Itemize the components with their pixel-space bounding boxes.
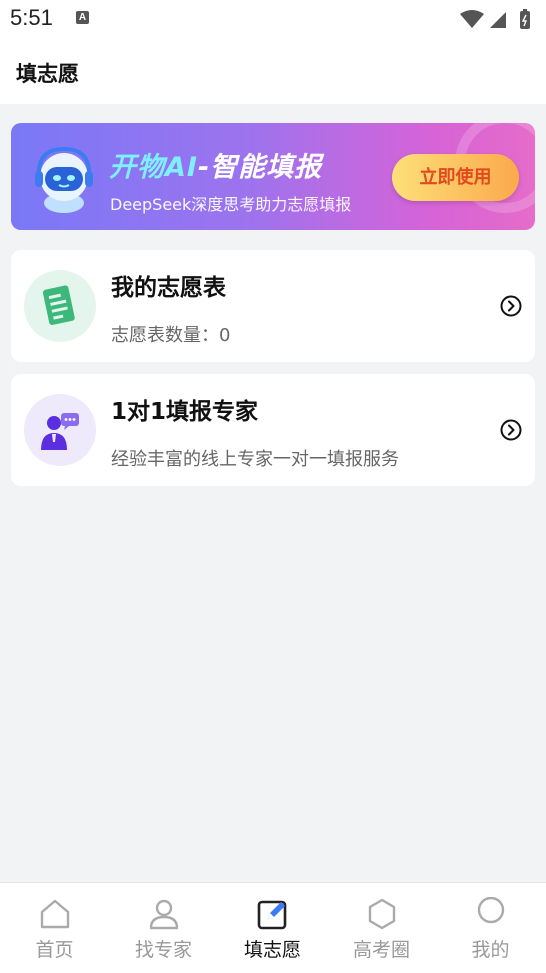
edit-icon [257, 900, 287, 930]
tab-label: 高考圈 [352, 939, 410, 961]
ai-banner[interactable]: 开物AI-智能填报 DeepSeek深度思考助力志愿填报 立即使用 [11, 123, 535, 230]
tab-circle[interactable]: 高考圈 [327, 883, 436, 973]
use-now-button[interactable]: 立即使用 [392, 154, 519, 201]
tab-mine[interactable]: 我的 [436, 883, 545, 973]
status-time: 5:51 [10, 5, 53, 30]
chevron-right-circle-icon[interactable] [500, 295, 522, 317]
banner-title-rest: -智能填报 [197, 152, 323, 183]
banner-title: 开物AI-智能填报 [109, 145, 322, 184]
chevron-right-circle-icon[interactable] [500, 419, 522, 441]
tab-home[interactable]: 首页 [0, 883, 109, 973]
tab-label: 首页 [35, 939, 74, 961]
tab-fill-volunteer[interactable]: 填志愿 [218, 883, 327, 973]
expert-service-card[interactable]: 1对1填报专家 经验丰富的线上专家一对一填报服务 [11, 374, 535, 486]
banner-title-highlight: 开物AI [109, 152, 198, 183]
status-icons [458, 8, 538, 34]
bottom-tab-bar: 首页 找专家 填志愿 高考圈 我的 [0, 882, 546, 973]
card-title: 1对1填报专家 [111, 399, 259, 425]
my-volunteer-list-card[interactable]: 我的志愿表 志愿表数量：0 [11, 250, 535, 362]
header: 填志愿 [0, 38, 546, 104]
status-bar: 5:51 A [0, 0, 546, 38]
notification-icon: A [76, 11, 89, 24]
card-title: 我的志愿表 [111, 275, 226, 301]
robot-icon [35, 146, 93, 213]
consultant-icon-bg [24, 394, 96, 466]
card-subtitle: 志愿表数量：0 [111, 325, 231, 346]
signal-battery-icon [460, 9, 530, 29]
person-icon [149, 899, 179, 930]
consultant-icon [41, 413, 79, 450]
card-subtitle: 经验丰富的线上专家一对一填报服务 [111, 449, 399, 470]
tab-label: 找专家 [134, 939, 192, 961]
banner-subtitle: DeepSeek深度思考助力志愿填报 [110, 195, 352, 214]
page-title: 填志愿 [16, 62, 79, 86]
tab-label: 填志愿 [243, 939, 301, 961]
profile-circle-icon [477, 897, 505, 924]
tab-label: 我的 [471, 939, 510, 961]
home-icon [40, 899, 70, 929]
tab-find-expert[interactable]: 找专家 [109, 883, 218, 973]
document-icon-bg [24, 270, 96, 342]
hexagon-icon [368, 898, 396, 930]
document-icon [42, 285, 75, 325]
